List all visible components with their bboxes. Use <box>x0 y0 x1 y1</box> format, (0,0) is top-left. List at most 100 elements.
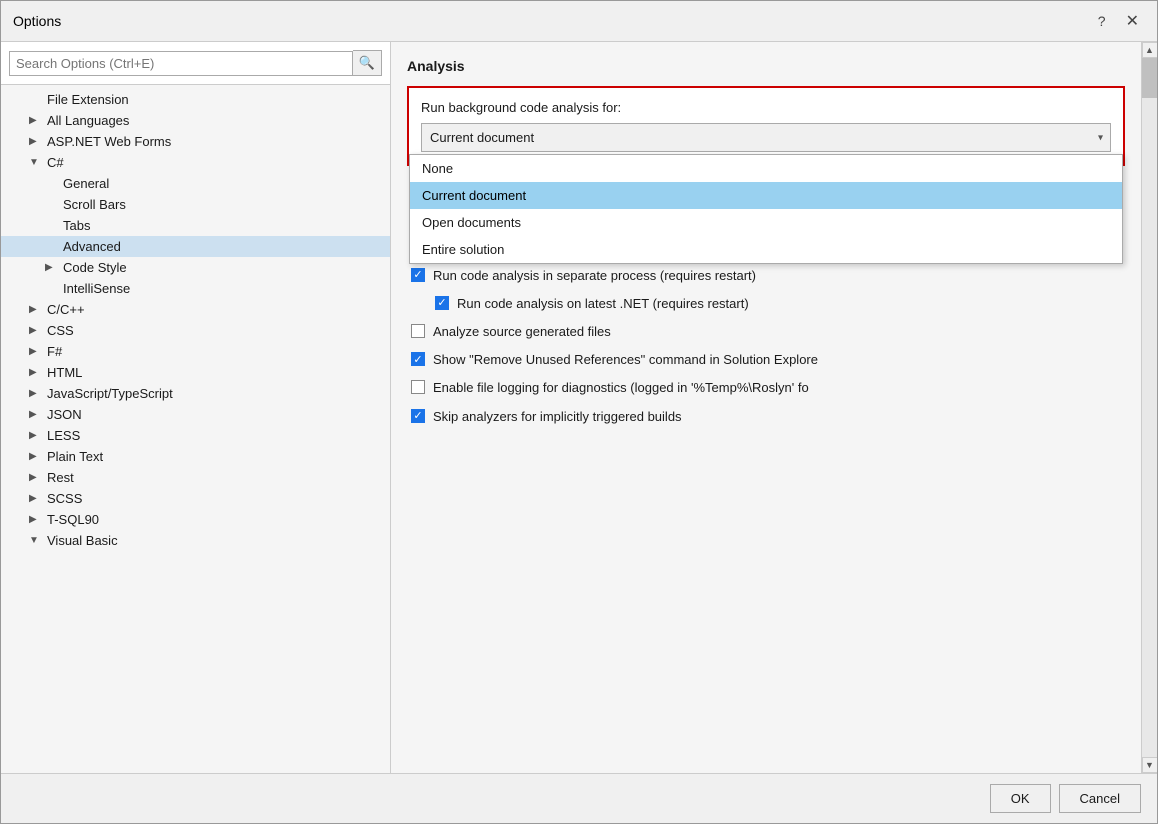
sidebar-item-tsql[interactable]: T-SQL90 <box>1 509 390 530</box>
tree-label-file-extension: File Extension <box>47 92 129 107</box>
option-row-separate-process: ✓ Run code analysis in separate process (… <box>411 267 1125 285</box>
tree-expand-scss <box>29 493 41 504</box>
sidebar-item-code-style[interactable]: Code Style <box>1 257 390 278</box>
sidebar-item-cpp[interactable]: C/C++ <box>1 299 390 320</box>
dropdown-options: NoneCurrent documentOpen documentsEntire… <box>409 154 1123 264</box>
tree-label-html: HTML <box>47 365 82 380</box>
sidebar-item-css[interactable]: CSS <box>1 320 390 341</box>
tree-label-less: LESS <box>47 428 80 443</box>
tree-expand-visual-basic <box>29 535 41 546</box>
tree-expand-javascript <box>29 388 41 399</box>
right-scrollbar: ▲ ▼ <box>1141 42 1157 773</box>
tree-label-intellisense: IntelliSense <box>63 281 130 296</box>
option-label-remove-unused: Show "Remove Unused References" command … <box>433 351 818 369</box>
section-title: Analysis <box>407 58 1125 74</box>
tree-label-asp-net: ASP.NET Web Forms <box>47 134 171 149</box>
tree-label-json: JSON <box>47 407 82 422</box>
option-row-latest-net: ✓Run code analysis on latest .NET (requi… <box>411 295 1125 313</box>
sidebar-item-all-languages[interactable]: All Languages <box>1 110 390 131</box>
tree-expand-csharp <box>29 157 41 168</box>
option-control-latest-net[interactable]: ✓ <box>435 296 449 310</box>
tree-expand-cpp <box>29 304 41 315</box>
dropdown-select[interactable]: Current document <box>421 123 1111 152</box>
scroll-down-arrow[interactable]: ▼ <box>1142 757 1158 773</box>
sidebar-item-less[interactable]: LESS <box>1 425 390 446</box>
sidebar-item-advanced[interactable]: Advanced <box>1 236 390 257</box>
scroll-thumb[interactable] <box>1142 58 1157 98</box>
option-control-skip-analyzers[interactable]: ✓ <box>411 409 425 423</box>
tree-label-cpp: C/C++ <box>47 302 85 317</box>
title-bar-controls: ? ✕ <box>1092 9 1145 33</box>
sidebar-item-json[interactable]: JSON <box>1 404 390 425</box>
sidebar-item-scss[interactable]: SCSS <box>1 488 390 509</box>
tree-expand-less <box>29 430 41 441</box>
sidebar-item-scroll-bars[interactable]: Scroll Bars <box>1 194 390 215</box>
dropdown-option-open-documents[interactable]: Open documents <box>410 209 1122 236</box>
sidebar-item-plain-text[interactable]: Plain Text <box>1 446 390 467</box>
search-box: 🔍 <box>1 42 390 85</box>
option-control-file-logging[interactable] <box>411 380 425 394</box>
dialog-title: Options <box>13 13 61 29</box>
main-content: Analysis Run background code analysis fo… <box>391 42 1141 773</box>
sidebar-item-general[interactable]: General <box>1 173 390 194</box>
sidebar-item-intellisense[interactable]: IntelliSense <box>1 278 390 299</box>
scroll-up-arrow[interactable]: ▲ <box>1142 42 1158 58</box>
title-bar: Options ? ✕ <box>1 1 1157 42</box>
option-label-file-logging: Enable file logging for diagnostics (log… <box>433 379 809 397</box>
tree-label-css: CSS <box>47 323 74 338</box>
help-button[interactable]: ? <box>1092 11 1112 31</box>
search-input[interactable] <box>9 51 353 76</box>
dropdown-option-entire-solution[interactable]: Entire solution <box>410 236 1122 263</box>
tree-label-visual-basic: Visual Basic <box>47 533 118 548</box>
sidebar-item-rest[interactable]: Rest <box>1 467 390 488</box>
sidebar-item-tabs[interactable]: Tabs <box>1 215 390 236</box>
dialog-body: 🔍 File Extension All Languages ASP.NET Web… <box>1 42 1157 773</box>
tree-expand-css <box>29 325 41 336</box>
dropdown-section: Run background code analysis for: Curren… <box>407 86 1125 166</box>
tree-expand-rest <box>29 472 41 483</box>
option-control-source-generated[interactable] <box>411 324 425 338</box>
ok-button[interactable]: OK <box>990 784 1051 813</box>
tree-label-fsharp: F# <box>47 344 62 359</box>
tree-expand-json <box>29 409 41 420</box>
scroll-track <box>1142 58 1157 757</box>
option-row-skip-analyzers: ✓ Skip analyzers for implicitly triggered… <box>411 408 1125 426</box>
tree-label-code-style: Code Style <box>63 260 127 275</box>
options-dialog: Options ? ✕ 🔍 File Extension All Language… <box>0 0 1158 824</box>
footer: OK Cancel <box>1 773 1157 823</box>
option-label-source-generated: Analyze source generated files <box>433 323 611 341</box>
cancel-button[interactable]: Cancel <box>1059 784 1141 813</box>
tree-label-scss: SCSS <box>47 491 82 506</box>
tree-expand-html <box>29 367 41 378</box>
tree-label-advanced: Advanced <box>63 239 121 254</box>
sidebar-item-csharp[interactable]: C# <box>1 152 390 173</box>
sidebar-item-html[interactable]: HTML <box>1 362 390 383</box>
tree-label-plain-text: Plain Text <box>47 449 103 464</box>
dropdown-container: Current document ▾ NoneCurrent documentO… <box>421 123 1111 152</box>
tree-label-all-languages: All Languages <box>47 113 129 128</box>
close-button[interactable]: ✕ <box>1120 9 1145 33</box>
option-label-skip-analyzers: Skip analyzers for implicitly triggered … <box>433 408 682 426</box>
dropdown-option-none[interactable]: None <box>410 155 1122 182</box>
tree: File Extension All Languages ASP.NET Web F… <box>1 85 390 773</box>
option-label-separate-process: Run code analysis in separate process (r… <box>433 267 756 285</box>
sidebar-item-visual-basic[interactable]: Visual Basic <box>1 530 390 551</box>
tree-label-tsql: T-SQL90 <box>47 512 99 527</box>
option-control-remove-unused[interactable]: ✓ <box>411 352 425 366</box>
sidebar-item-javascript[interactable]: JavaScript/TypeScript <box>1 383 390 404</box>
tree-expand-fsharp <box>29 346 41 357</box>
tree-expand-plain-text <box>29 451 41 462</box>
dropdown-option-current-document[interactable]: Current document <box>410 182 1122 209</box>
tree-label-tabs: Tabs <box>63 218 90 233</box>
sidebar-item-asp-net[interactable]: ASP.NET Web Forms <box>1 131 390 152</box>
option-row-source-generated: Analyze source generated files <box>411 323 1125 341</box>
search-button[interactable]: 🔍 <box>353 50 382 76</box>
sidebar-item-file-extension[interactable]: File Extension <box>1 89 390 110</box>
sidebar-item-fsharp[interactable]: F# <box>1 341 390 362</box>
content-area: Analysis Run background code analysis fo… <box>391 42 1141 773</box>
sidebar: 🔍 File Extension All Languages ASP.NET Web… <box>1 42 391 773</box>
tree-expand-code-style <box>45 262 57 273</box>
tree-expand-asp-net <box>29 136 41 147</box>
dropdown-label: Run background code analysis for: <box>421 100 1111 115</box>
option-control-separate-process[interactable]: ✓ <box>411 268 425 282</box>
